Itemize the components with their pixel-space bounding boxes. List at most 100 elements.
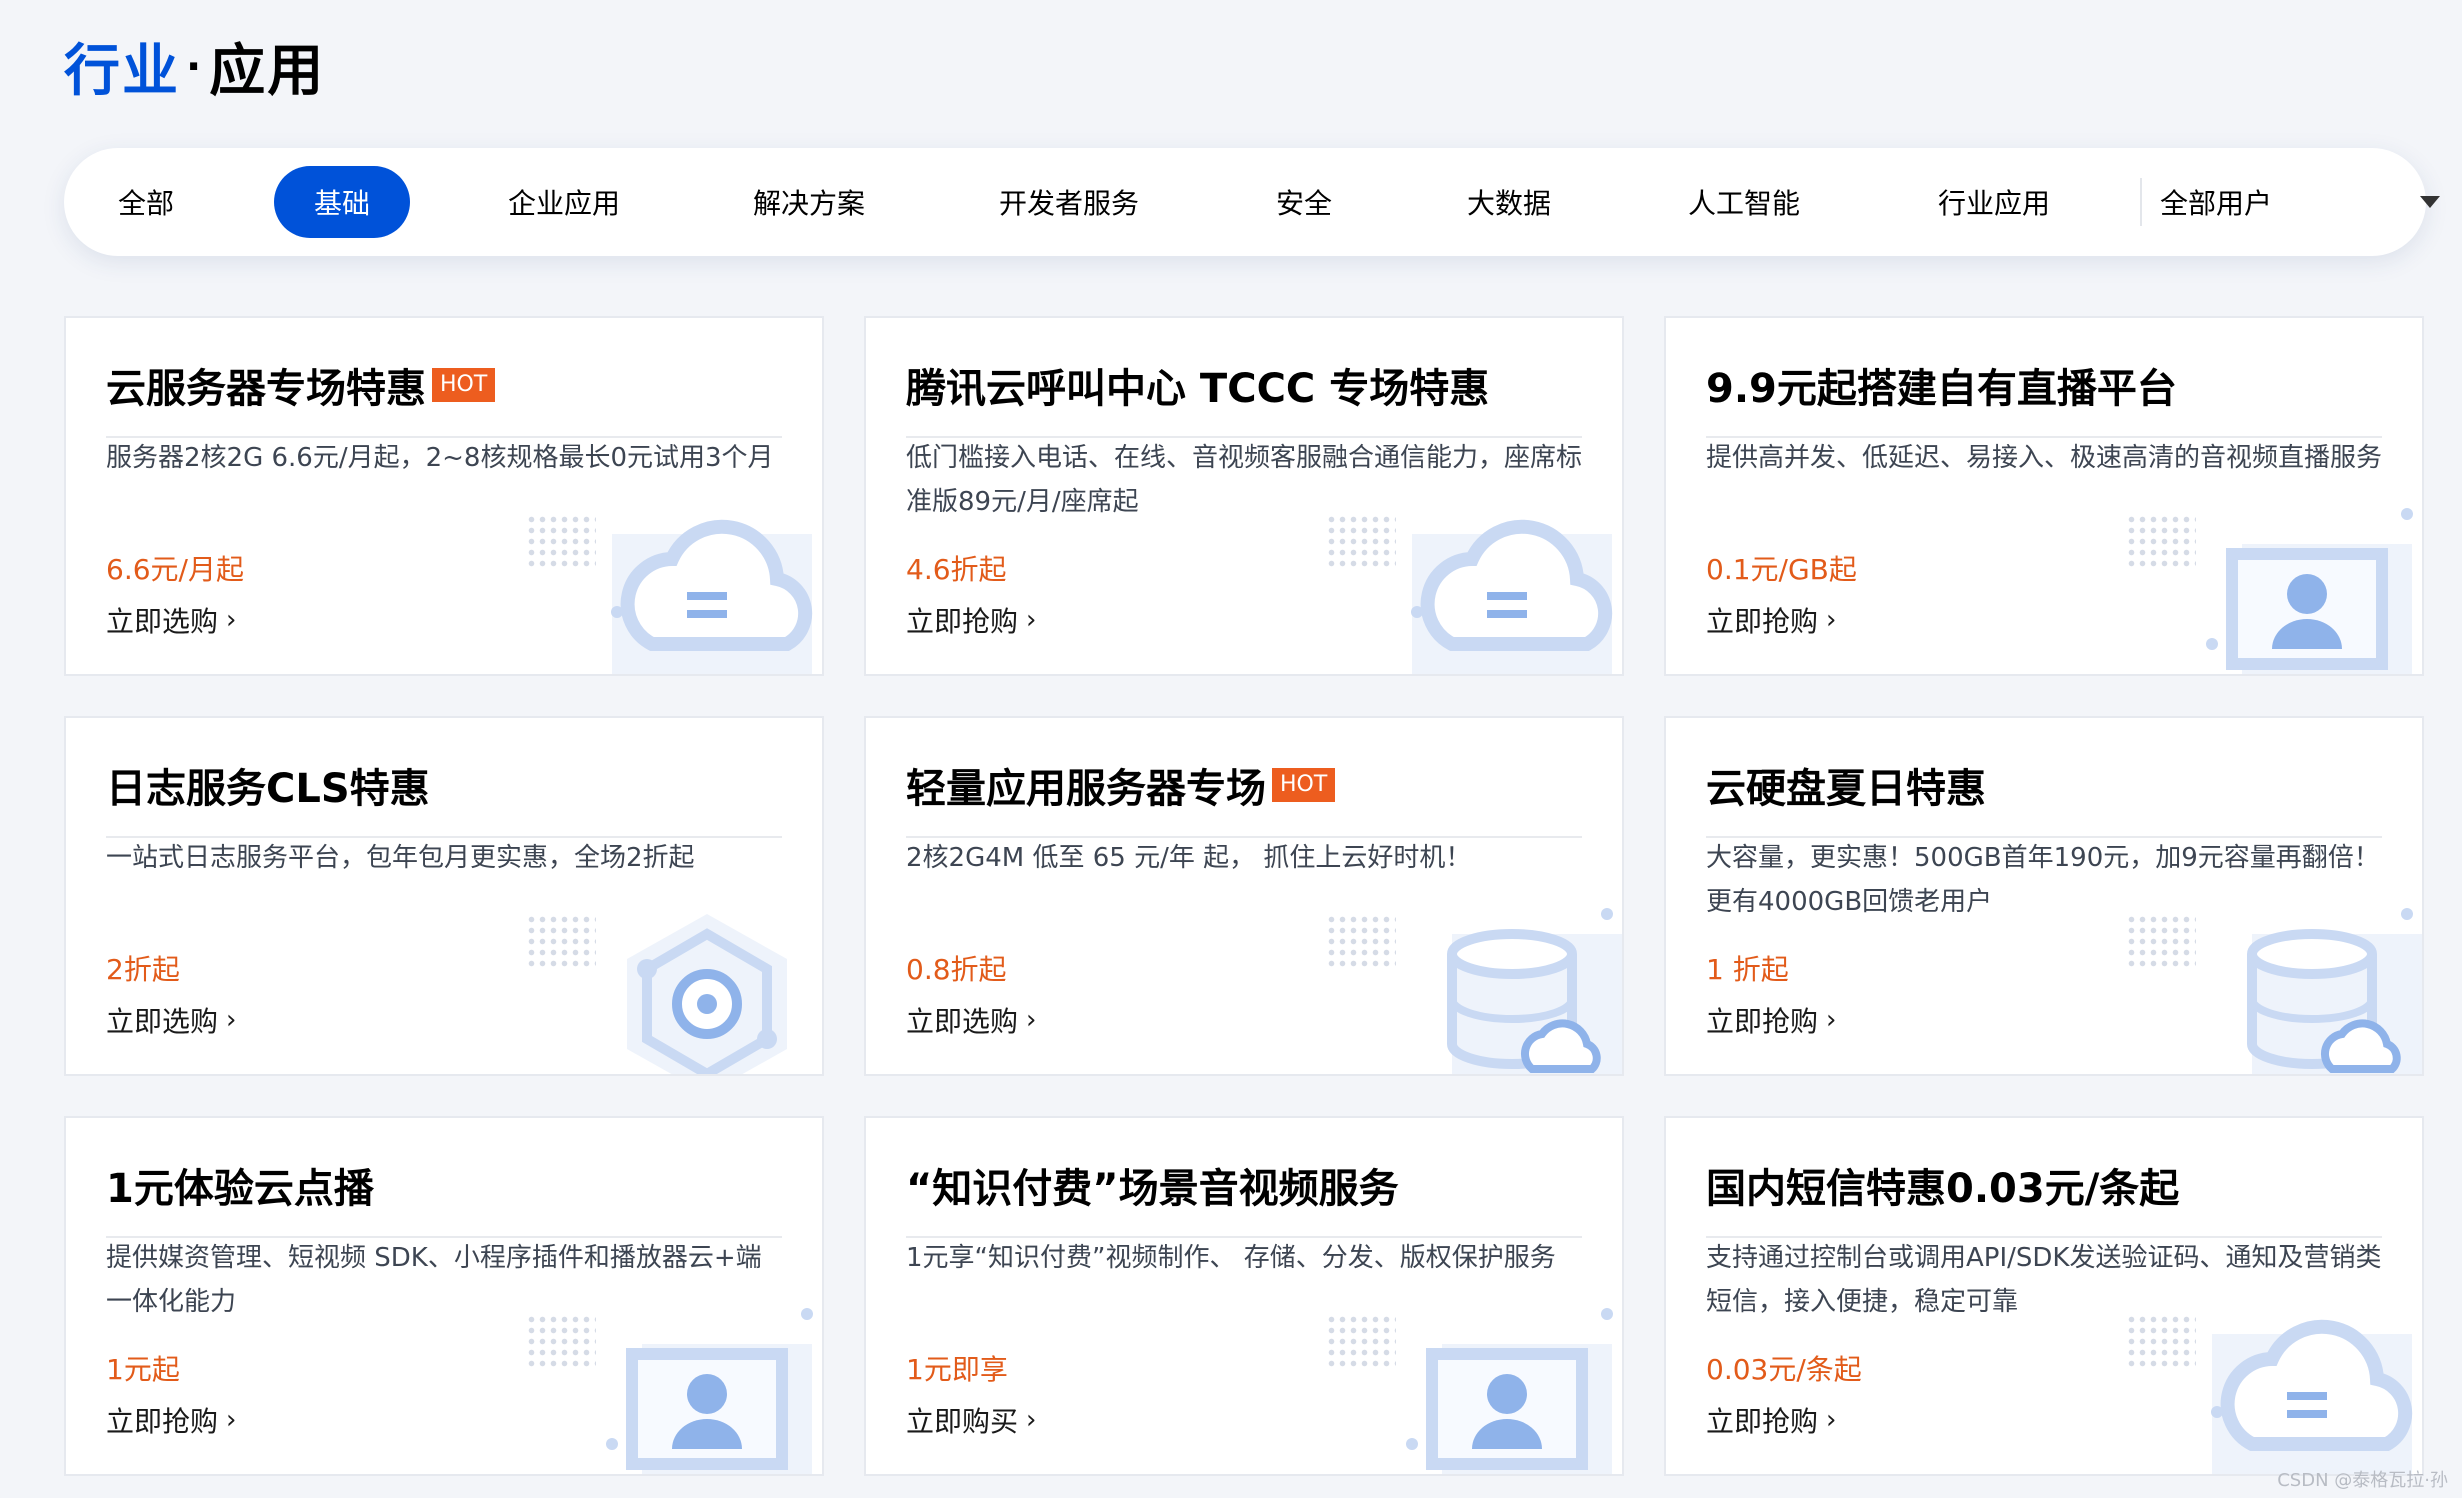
card-price: 6.6元/月起 [106,553,244,586]
user-filter-dropdown[interactable]: 全部用户 [2160,166,2462,238]
card-title: 轻量应用服务器专场 HOT [906,756,1582,838]
chevron-right-icon: › [226,1405,237,1435]
chevron-right-icon: › [1026,1405,1037,1435]
card-title-text: 国内短信特惠0.03元/条起 [1706,1166,2180,1212]
card-title-text: 1元体验云点播 [106,1166,374,1212]
card-cta-label: 立即抢购 [1706,1005,1819,1038]
dot-pattern-icon [2126,914,2196,970]
card-cta-link[interactable]: 立即抢购 › [1706,1000,1836,1040]
card-price: 1元即享 [906,1353,1008,1386]
product-card[interactable]: 云服务器专场特惠 HOT 服务器2核2G 6.6元/月起，2~8核规格最长0元试用… [64,316,824,676]
database-cloud-icon [1447,908,1622,1074]
card-title-text: 轻量应用服务器专场 [906,766,1266,812]
hexagon-network-icon [627,914,787,1074]
card-title: “知识付费”场景音视频服务 [906,1156,1582,1238]
hot-badge: HOT [1272,768,1336,802]
card-cta-link[interactable]: 立即选购 › [906,1000,1036,1040]
card-cta-label: 立即抢购 [106,1405,219,1438]
card-title: 日志服务CLS特惠 [106,756,782,838]
card-title: 1元体验云点播 [106,1156,782,1238]
card-title-text: 云硬盘夏日特惠 [1706,766,1986,812]
product-card[interactable]: 国内短信特惠0.03元/条起 支持通过控制台或调用API/SDK发送验证码、通知… [1664,1116,2424,1476]
product-card[interactable]: 日志服务CLS特惠 一站式日志服务平台，包年包月更实惠，全场2折起 2折起 立即… [64,716,824,1076]
dot-pattern-icon [1326,514,1396,570]
dot-pattern-icon [2126,514,2196,570]
card-price: 2折起 [106,953,180,986]
card-cta-label: 立即选购 [106,605,219,638]
product-card[interactable]: 轻量应用服务器专场 HOT 2核2G4M 低至 65 元/年 起， 抓住上云好时机… [864,716,1624,1076]
chevron-right-icon: › [1826,1005,1837,1035]
chevron-right-icon: › [1826,605,1837,635]
user-filter-value: 全部用户 [2160,187,2273,220]
tab-big-data[interactable]: 大数据 [1444,166,1574,238]
tab-ai[interactable]: 人工智能 [1664,166,1824,238]
chevron-right-icon: › [1826,1405,1837,1435]
card-price: 0.1元/GB起 [1706,553,1857,586]
card-cta-link[interactable]: 立即抢购 › [906,600,1036,640]
card-cta-link[interactable]: 立即抢购 › [1706,1400,1836,1440]
card-cta-label: 立即选购 [906,1005,1019,1038]
tab-divider [2140,178,2142,226]
card-title-text: 云服务器专场特惠 [106,366,426,412]
chevron-right-icon: › [1026,605,1037,635]
card-cta-label: 立即抢购 [1706,1405,1819,1438]
tab-all[interactable]: 全部 [86,166,206,238]
database-cloud-icon [2247,908,2422,1074]
card-title-text: 腾讯云呼叫中心 TCCC 专场特惠 [906,366,1490,412]
dot-pattern-icon [526,514,596,570]
category-tabbar: 全部 基础 企业应用 解决方案 开发者服务 安全 大数据 人工智能 行业应用 全… [64,148,2440,256]
chevron-right-icon: › [1026,1005,1037,1035]
card-title: 云硬盘夏日特惠 [1706,756,2382,838]
cloud-icon [1411,519,1613,674]
dot-pattern-icon [526,1314,596,1370]
video-profile-icon [2206,508,2413,674]
page-title: 行业 · 应用 [64,26,325,107]
page-title-dot: · [186,43,204,90]
card-price: 1元起 [106,1353,180,1386]
cloud-icon [2211,1319,2413,1474]
tab-enterprise-apps[interactable]: 企业应用 [484,166,644,238]
chevron-down-icon [2420,196,2440,208]
watermark: CSDN @泰格瓦拉·孙 [2277,1470,2448,1491]
product-card[interactable]: 云硬盘夏日特惠 大容量，更实惠！500GB首年190元，加9元容量再翻倍！更有4… [1664,716,2424,1076]
card-cta-label: 立即购买 [906,1405,1019,1438]
product-card[interactable]: “知识付费”场景音视频服务 1元享“知识付费”视频制作、 存储、分发、版权保护服… [864,1116,1624,1476]
tab-solutions[interactable]: 解决方案 [729,166,889,238]
card-title: 云服务器专场特惠 HOT [106,356,782,438]
card-cta-label: 立即抢购 [1706,605,1819,638]
card-title: 国内短信特惠0.03元/条起 [1706,1156,2382,1238]
card-price: 1 折起 [1706,953,1789,986]
tab-security[interactable]: 安全 [1244,166,1364,238]
card-cta-label: 立即抢购 [906,605,1019,638]
card-cta-link[interactable]: 立即抢购 › [1706,600,1836,640]
card-cta-label: 立即选购 [106,1005,219,1038]
tab-basic[interactable]: 基础 [274,166,410,238]
card-cta-link[interactable]: 立即抢购 › [106,1400,236,1440]
dot-pattern-icon [2126,1314,2196,1370]
card-cta-link[interactable]: 立即选购 › [106,1000,236,1040]
dot-pattern-icon [1326,1314,1396,1370]
product-card[interactable]: 腾讯云呼叫中心 TCCC 专场特惠 低门槛接入电话、在线、音视频客服融合通信能力… [864,316,1624,676]
cloud-icon [611,519,813,674]
card-cta-link[interactable]: 立即购买 › [906,1400,1036,1440]
product-card[interactable]: 9.9元起搭建自有直播平台 提供高并发、低延迟、易接入、极速高清的音视频直播服务… [1664,316,2424,676]
card-price: 0.8折起 [906,953,1007,986]
card-price: 0.03元/条起 [1706,1353,1862,1386]
card-price: 4.6折起 [906,553,1007,586]
video-profile-icon [1406,1308,1613,1474]
dot-pattern-icon [1326,914,1396,970]
page-title-rest: 应用 [209,39,326,104]
chevron-right-icon: › [226,605,237,635]
page-title-accent: 行业 [64,39,180,104]
tab-industry-apps[interactable]: 行业应用 [1914,166,2074,238]
card-title: 9.9元起搭建自有直播平台 [1706,356,2382,438]
card-title-text: 9.9元起搭建自有直播平台 [1706,366,2177,412]
tab-developer-services[interactable]: 开发者服务 [974,166,1164,238]
product-card[interactable]: 1元体验云点播 提供媒资管理、短视频 SDK、小程序插件和播放器云+端一体化能力… [64,1116,824,1476]
card-title-text: “知识付费”场景音视频服务 [906,1166,1399,1212]
chevron-right-icon: › [226,1005,237,1035]
video-profile-icon [606,1308,813,1474]
card-title-text: 日志服务CLS特惠 [106,766,430,812]
card-cta-link[interactable]: 立即选购 › [106,600,236,640]
hot-badge: HOT [432,368,496,402]
